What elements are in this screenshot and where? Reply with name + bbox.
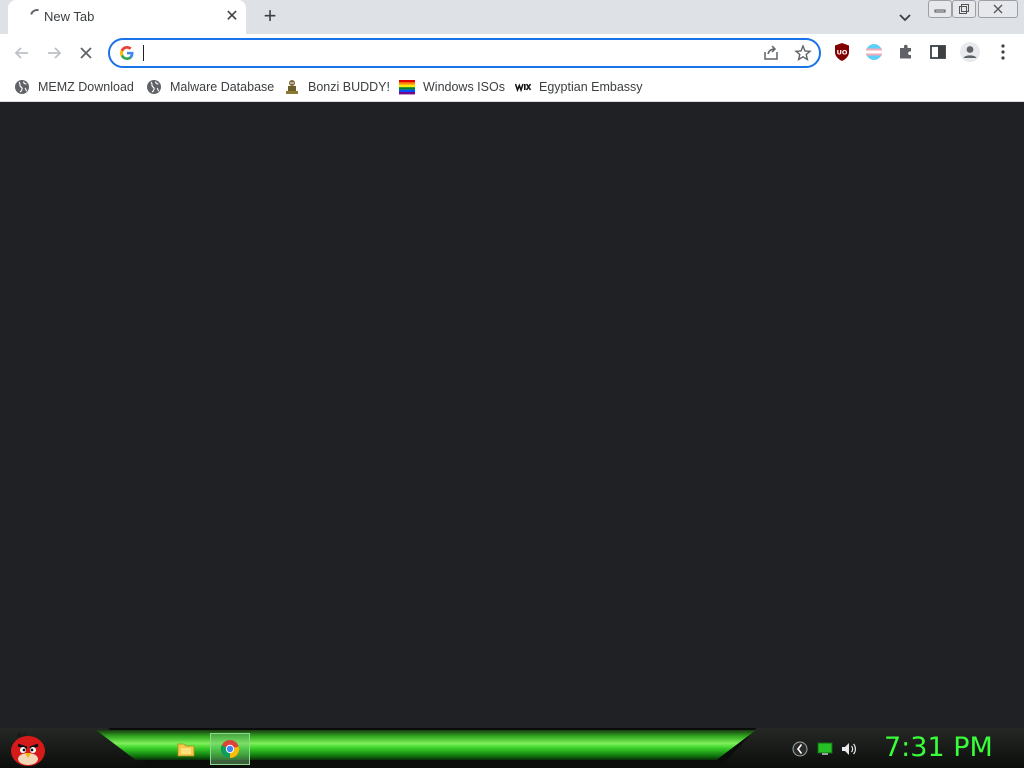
tray-app-icon[interactable] bbox=[792, 741, 808, 757]
forward-arrow-icon bbox=[48, 47, 62, 59]
side-panel-icon[interactable] bbox=[928, 42, 948, 62]
close-window-button[interactable] bbox=[978, 0, 1018, 18]
restore-button[interactable] bbox=[952, 0, 976, 18]
bookmark-windows-isos[interactable]: Windows ISOs bbox=[399, 76, 505, 98]
bookmark-label: Malware Database bbox=[170, 80, 275, 94]
stop-x-icon bbox=[80, 47, 92, 59]
close-icon bbox=[993, 4, 1003, 14]
tab-close-icon[interactable]: ✕ bbox=[222, 7, 242, 27]
minimize-button[interactable] bbox=[928, 0, 952, 18]
taskbar-clock[interactable]: 7:31 PM bbox=[884, 732, 1016, 764]
network-icon[interactable] bbox=[817, 741, 833, 757]
new-tab-button[interactable]: + bbox=[258, 5, 282, 29]
globe-icon bbox=[147, 80, 161, 94]
restore-icon bbox=[959, 4, 969, 14]
tab-new-tab[interactable]: New Tab ✕ bbox=[8, 0, 246, 34]
page-content[interactable] bbox=[0, 103, 1024, 728]
back-arrow-icon bbox=[14, 47, 28, 59]
browser-toolbar: UO bbox=[0, 34, 1024, 72]
profile-avatar-icon[interactable] bbox=[959, 41, 981, 63]
taskbar-file-explorer[interactable] bbox=[166, 733, 206, 765]
bookmark-star-icon[interactable] bbox=[794, 44, 812, 62]
bookmark-label: Windows ISOs bbox=[423, 80, 505, 94]
stop-button[interactable] bbox=[73, 40, 99, 66]
back-button[interactable] bbox=[9, 40, 35, 66]
address-bar[interactable] bbox=[108, 38, 821, 68]
trans-flag-extension-icon[interactable] bbox=[864, 42, 884, 62]
tab-title: New Tab bbox=[44, 9, 95, 24]
rainbow-flag-icon bbox=[399, 80, 415, 95]
taskbar: 7:31 PM bbox=[0, 728, 1024, 768]
bookmark-label: MEMZ Download bbox=[38, 80, 134, 94]
bookmark-label: Egyptian Embassy bbox=[539, 80, 643, 94]
bookmark-bonzi-buddy[interactable]: Bonzi BUDDY! bbox=[284, 76, 390, 98]
share-icon[interactable] bbox=[762, 44, 780, 62]
extensions-puzzle-icon[interactable] bbox=[896, 42, 916, 62]
bookmarks-bar: MEMZ Download Malware Database Bonzi BUD… bbox=[0, 72, 1024, 102]
google-g-icon bbox=[120, 46, 134, 60]
chrome-icon bbox=[220, 740, 240, 759]
chevron-down-icon bbox=[899, 14, 911, 22]
volume-icon[interactable] bbox=[841, 741, 857, 757]
svg-text:UO: UO bbox=[837, 49, 848, 57]
forward-button[interactable] bbox=[41, 40, 67, 66]
minimize-icon bbox=[934, 9, 946, 13]
ublock-origin-icon[interactable]: UO bbox=[832, 42, 852, 62]
tab-strip: New Tab ✕ + bbox=[0, 0, 1024, 34]
bookmark-egyptian-embassy[interactable]: Egyptian Embassy bbox=[515, 76, 643, 98]
bonzi-icon bbox=[286, 80, 298, 94]
omnibox-input[interactable] bbox=[142, 43, 742, 63]
tab-search-button[interactable] bbox=[896, 8, 914, 26]
folder-icon bbox=[177, 743, 195, 757]
text-caret bbox=[143, 45, 144, 61]
bookmark-memz-download[interactable]: MEMZ Download bbox=[14, 76, 134, 98]
globe-icon bbox=[15, 80, 29, 94]
kebab-menu-icon[interactable] bbox=[993, 42, 1013, 62]
bookmark-malware-database[interactable]: Malware Database bbox=[146, 76, 274, 98]
wix-icon bbox=[515, 83, 531, 93]
bookmark-label: Bonzi BUDDY! bbox=[308, 80, 390, 94]
taskbar-chrome[interactable] bbox=[210, 733, 250, 765]
start-button-angry-bird-icon[interactable] bbox=[8, 729, 48, 767]
